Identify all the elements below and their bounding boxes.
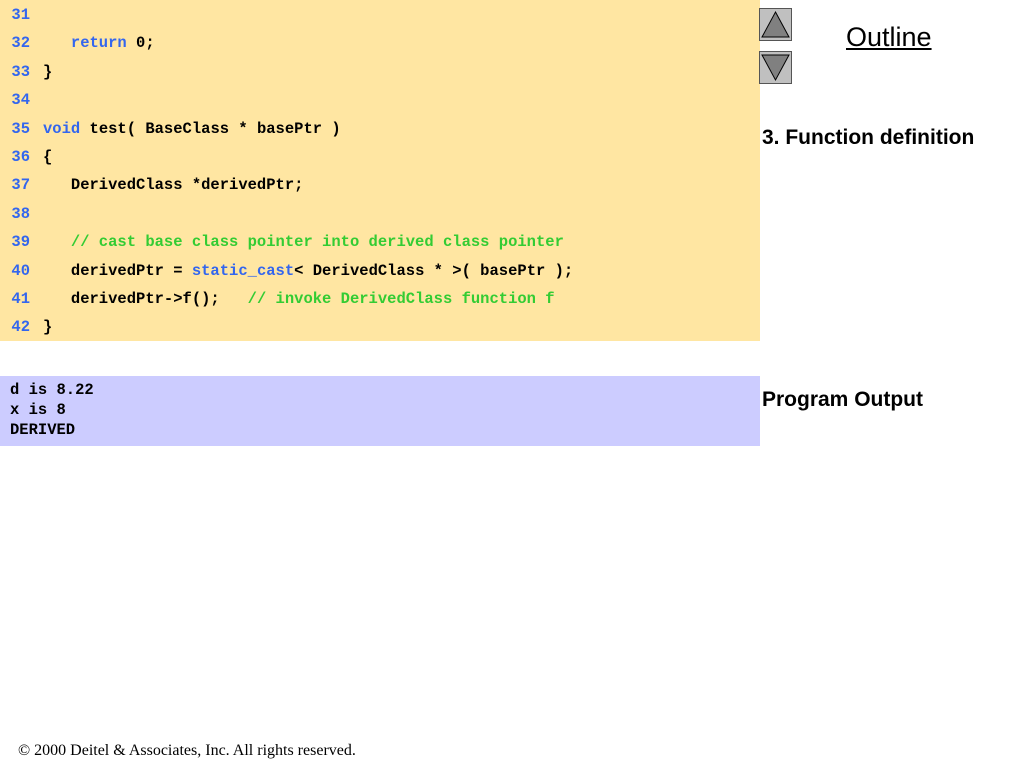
code-text: derivedPtr = <box>43 261 192 280</box>
code-text: } <box>43 62 53 81</box>
line-number: 33 <box>11 62 30 81</box>
code-line: 39 // cast base class pointer into deriv… <box>0 228 564 256</box>
code-line: 38 <box>0 200 43 228</box>
code-line: 41 derivedPtr->f(); // invoke DerivedCla… <box>0 285 555 313</box>
triangle-down-icon <box>761 54 790 82</box>
output-line: x is 8 <box>10 401 66 419</box>
line-number: 37 <box>11 176 30 195</box>
line-number: 31 <box>11 6 30 24</box>
line-number: 41 <box>11 290 30 308</box>
line-number: 34 <box>11 91 30 110</box>
code-text: derivedPtr->f(); <box>43 290 248 308</box>
line-number: 36 <box>11 148 30 166</box>
code-line: 36 { <box>0 143 52 171</box>
line-number: 35 <box>11 119 30 138</box>
code-line: 40 derivedPtr = static_cast< DerivedClas… <box>0 257 573 285</box>
triangle-up-icon <box>761 10 790 38</box>
line-number: 32 <box>11 34 30 53</box>
code-text: test( BaseClass * basePtr ) <box>80 119 341 138</box>
code-text: } <box>43 318 53 337</box>
line-number: 40 <box>11 261 30 280</box>
line-number: 39 <box>11 233 30 252</box>
code-line: 34 <box>0 86 43 114</box>
code-text: < DerivedClass * >( basePtr ); <box>294 261 574 280</box>
code-line: 31 <box>0 1 43 29</box>
code-line: 42} <box>0 313 52 341</box>
line-number: 38 <box>11 204 30 223</box>
program-output-panel: d is 8.22 x is 8 DERIVED <box>0 376 760 446</box>
code-line: 35 void test( BaseClass * basePtr ) <box>0 115 341 143</box>
outline-link[interactable]: Outline <box>846 22 932 53</box>
copyright-footer: © 2000 Deitel & Associates, Inc. All rig… <box>18 742 356 759</box>
code-line: 33} <box>0 58 52 86</box>
code-text: { <box>43 148 53 166</box>
code-line: 32 return 0; <box>0 29 155 57</box>
code-line: 37 DerivedClass *derivedPtr; <box>0 171 303 199</box>
previous-slide-button[interactable] <box>759 8 792 41</box>
code-text: 0; <box>126 34 155 53</box>
output-line: DERIVED <box>10 421 76 439</box>
code-keyword: return <box>70 34 127 53</box>
code-keyword: static_cast <box>191 261 295 280</box>
code-text: DerivedClass *derivedPtr; <box>43 176 304 195</box>
section-label: 3. Function definition <box>762 126 975 149</box>
output-line: d is 8.22 <box>10 381 94 399</box>
code-comment: // invoke DerivedClass function f <box>247 290 555 308</box>
next-slide-button[interactable] <box>759 51 792 84</box>
code-comment: // cast base class pointer into derived … <box>70 233 564 252</box>
line-number: 42 <box>11 318 30 337</box>
code-listing: 31 32 return 0; 33} 34 35 void test( BaseClas… <box>0 0 760 341</box>
program-output-label: Program Output <box>762 388 923 411</box>
code-keyword: void <box>43 119 81 138</box>
